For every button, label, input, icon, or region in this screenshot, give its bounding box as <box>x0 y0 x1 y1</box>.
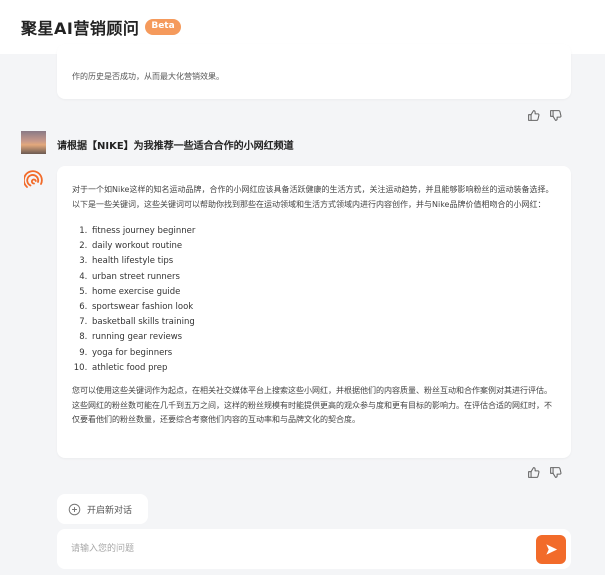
new-chat-label: 开启新对话 <box>87 505 133 516</box>
thumbs-down-icon[interactable] <box>549 107 562 121</box>
keyword-item: home exercise guide <box>90 285 556 300</box>
keyword-item: running gear reviews <box>90 330 556 345</box>
keyword-item: urban street runners <box>90 270 556 285</box>
keyword-item: basketball skills training <box>90 315 556 330</box>
beta-badge: Beta <box>145 19 181 35</box>
answer-content: 对于一个如Nike这样的知名运动品牌，合作的小网红应该具备活跃健康的生活方式，关… <box>72 183 556 428</box>
keyword-item: athletic food prep <box>90 361 556 376</box>
keyword-item: sportswear fashion look <box>90 300 556 315</box>
answer-outro: 您可以使用这些关键词作为起点，在相关社交媒体平台上搜索这些小网红，并根据他们的内… <box>72 386 552 425</box>
thumbs-up-icon[interactable] <box>527 464 540 478</box>
feedback-bar <box>527 464 562 478</box>
keyword-item: yoga for beginners <box>90 346 556 361</box>
previous-answer-card: 作的历史是否成功，从而最大化营销效果。 <box>57 44 571 99</box>
scrollbar-track[interactable] <box>596 54 605 575</box>
bot-logo-icon <box>22 170 44 190</box>
feedback-bar <box>527 107 562 121</box>
user-avatar <box>21 131 46 154</box>
keyword-list: fitness journey beginner daily workout r… <box>90 224 556 376</box>
send-button[interactable] <box>536 535 566 564</box>
chat-input[interactable] <box>71 539 511 559</box>
keyword-item: daily workout routine <box>90 239 556 254</box>
thumbs-down-icon[interactable] <box>549 464 562 478</box>
answer-card: 对于一个如Nike这样的知名运动品牌，合作的小网红应该具备活跃健康的生活方式，关… <box>57 166 571 458</box>
answer-intro: 对于一个如Nike这样的知名运动品牌，合作的小网红应该具备活跃健康的生活方式，关… <box>72 185 554 209</box>
keyword-item: health lifestyle tips <box>90 254 556 269</box>
new-chat-button[interactable]: 开启新对话 <box>57 494 148 524</box>
chat-input-container <box>57 529 571 569</box>
keyword-item: fitness journey beginner <box>90 224 556 239</box>
send-icon <box>545 544 557 555</box>
plus-circle-icon <box>68 503 81 515</box>
user-question: 请根据【NIKE】为我推荐一些适合合作的小网红频道 <box>57 141 294 152</box>
previous-answer-text: 作的历史是否成功，从而最大化营销效果。 <box>72 72 224 81</box>
app-title: 聚星AI营销顾问 <box>21 19 140 38</box>
thumbs-up-icon[interactable] <box>527 107 540 121</box>
